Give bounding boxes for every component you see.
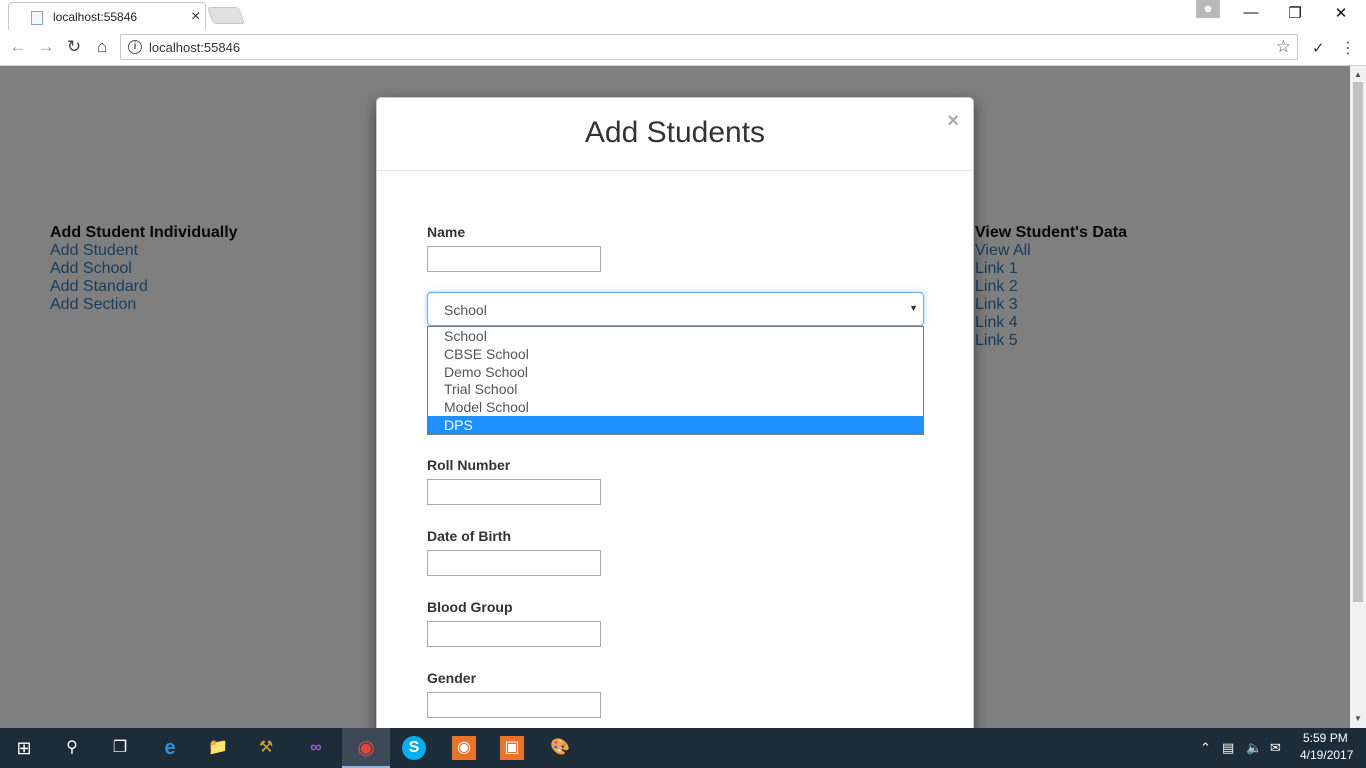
forward-icon[interactable]: → <box>34 37 58 57</box>
clock-time[interactable]: 5:59 PM <box>1303 731 1348 745</box>
home-icon[interactable]: ⌂ <box>90 37 114 57</box>
school-option-highlighted[interactable]: DPS <box>428 416 923 434</box>
school-select[interactable]: School ▼ <box>427 292 924 326</box>
gender-input[interactable] <box>427 692 601 718</box>
minimize-button[interactable]: — <box>1236 4 1266 21</box>
windows-taskbar: ⊞ ⚲ ❐ e 📁 ⚒ ∞ ◉ S ◉ ▣ 🎨 ⌃ ▤ 🔈 ✉ 5:59 PM … <box>0 728 1366 768</box>
page-viewport: Add Student Individually Add Student Add… <box>0 66 1350 728</box>
page-icon <box>31 11 43 25</box>
skype-icon[interactable]: S <box>402 736 426 760</box>
edge-icon[interactable]: e <box>158 736 182 760</box>
network-icon[interactable]: ▤ <box>1222 740 1234 756</box>
app-icon[interactable]: ◉ <box>452 736 476 760</box>
clock-date[interactable]: 4/19/2017 <box>1300 748 1353 762</box>
back-icon[interactable]: ← <box>6 37 30 57</box>
school-select-value: School <box>444 302 487 318</box>
scroll-down-icon[interactable]: ▼ <box>1354 714 1362 723</box>
school-option[interactable]: CBSE School <box>428 345 923 363</box>
page-scrollbar[interactable]: ▲ ▼ <box>1350 66 1366 728</box>
tray-chevron-icon[interactable]: ⌃ <box>1200 740 1211 756</box>
info-icon[interactable]: i <box>128 40 142 54</box>
school-dropdown-list: School CBSE School Demo School Trial Sch… <box>427 326 924 435</box>
notification-icon[interactable]: ✉ <box>1270 740 1281 756</box>
scroll-up-icon[interactable]: ▲ <box>1354 70 1362 79</box>
close-icon[interactable]: × <box>947 110 959 133</box>
dob-input[interactable] <box>427 550 601 576</box>
name-label: Name <box>427 224 466 240</box>
school-option[interactable]: Model School <box>428 398 923 416</box>
roll-number-label: Roll Number <box>427 457 511 473</box>
add-students-modal: Add Students × Name School ▼ School CBSE… <box>376 97 974 728</box>
address-bar[interactable]: i localhost:55846 ☆ <box>120 34 1298 60</box>
chrome-icon[interactable]: ◉ <box>354 736 378 760</box>
windows-start-icon[interactable]: ⊞ <box>12 736 36 760</box>
school-option[interactable]: Demo School <box>428 363 923 381</box>
task-view-icon[interactable]: ❐ <box>108 736 132 760</box>
menu-icon[interactable]: ⋮ <box>1340 38 1356 58</box>
bookmark-star-icon[interactable]: ☆ <box>1276 37 1291 57</box>
tab-title: localhost:55846 <box>53 10 138 24</box>
volume-icon[interactable]: 🔈 <box>1246 740 1262 756</box>
modal-header: Add Students × <box>377 98 973 171</box>
person-icon[interactable]: ☻ <box>1196 0 1220 18</box>
restore-button[interactable]: ❐ <box>1280 4 1310 22</box>
gender-label: Gender <box>427 670 477 686</box>
reload-icon[interactable]: ↻ <box>62 37 86 57</box>
browser-toolbar: ← → ↻ ⌂ i localhost:55846 ☆ ✓ ⋮ <box>0 30 1366 66</box>
school-option[interactable]: Trial School <box>428 380 923 398</box>
url-text[interactable]: localhost:55846 <box>149 40 240 55</box>
modal-title: Add Students <box>584 116 766 149</box>
paint-icon[interactable]: 🎨 <box>548 736 572 760</box>
dob-label: Date of Birth <box>427 528 511 544</box>
browser-titlebar: localhost:55846 × ☻ — ❐ ✕ <box>0 0 1366 30</box>
app-icon-2[interactable]: ▣ <box>500 736 524 760</box>
file-explorer-icon[interactable]: 📁 <box>206 736 230 760</box>
browser-tab[interactable]: localhost:55846 × <box>8 2 206 30</box>
scroll-thumb[interactable] <box>1353 82 1363 602</box>
visual-studio-icon[interactable]: ∞ <box>304 736 328 760</box>
extension-icon[interactable]: ✓ <box>1312 39 1330 57</box>
window-close-button[interactable]: ✕ <box>1326 4 1356 22</box>
tools-icon[interactable]: ⚒ <box>254 736 278 760</box>
name-input[interactable] <box>427 246 601 272</box>
roll-number-input[interactable] <box>427 479 601 505</box>
search-icon[interactable]: ⚲ <box>60 736 84 760</box>
blood-group-input[interactable] <box>427 621 601 647</box>
chevron-down-icon: ▼ <box>909 303 918 313</box>
blood-group-label: Blood Group <box>427 599 513 615</box>
new-tab-button[interactable] <box>206 7 246 24</box>
school-option[interactable]: School <box>428 327 923 345</box>
tab-close-icon[interactable]: × <box>191 8 200 26</box>
